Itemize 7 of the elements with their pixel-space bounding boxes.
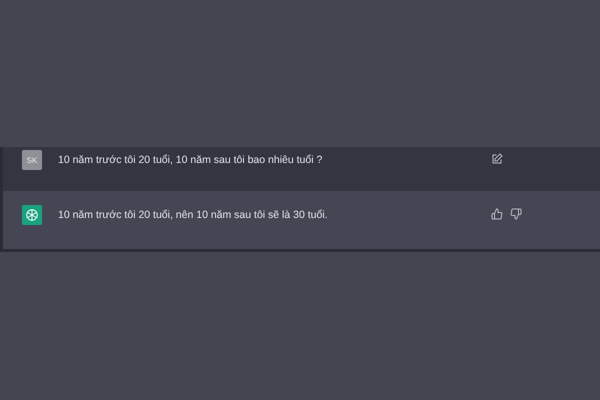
message-text: 10 năm trước tôi 20 tuổi, 10 năm sau tôi bao nhiêu tuổi ? bbox=[58, 153, 324, 168]
thumbs-up-icon[interactable] bbox=[491, 208, 503, 220]
message-text: 10 năm trước tôi 20 tuổi, nên 10 năm sau tôi sẽ là 30 tuổi. bbox=[58, 208, 329, 223]
thumbs-down-icon[interactable] bbox=[510, 208, 522, 220]
assistant-avatar bbox=[22, 205, 42, 225]
edit-icon[interactable] bbox=[491, 153, 503, 165]
user-avatar: SK bbox=[22, 150, 42, 170]
